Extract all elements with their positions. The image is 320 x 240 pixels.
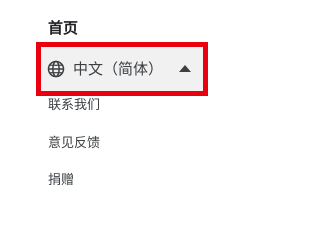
language-selector[interactable]: 中文（简体） xyxy=(36,42,208,96)
language-selector-body[interactable]: 中文（简体） xyxy=(41,47,203,91)
caret-up-icon xyxy=(179,65,191,72)
feedback-link[interactable]: 意见反馈 xyxy=(48,135,100,153)
donate-link[interactable]: 捐赠 xyxy=(48,172,74,190)
language-current-label: 中文（简体） xyxy=(73,60,164,78)
contact-us-link[interactable]: 联系我们 xyxy=(48,97,100,115)
globe-icon xyxy=(47,60,65,78)
home-link[interactable]: 首页 xyxy=(48,17,78,39)
